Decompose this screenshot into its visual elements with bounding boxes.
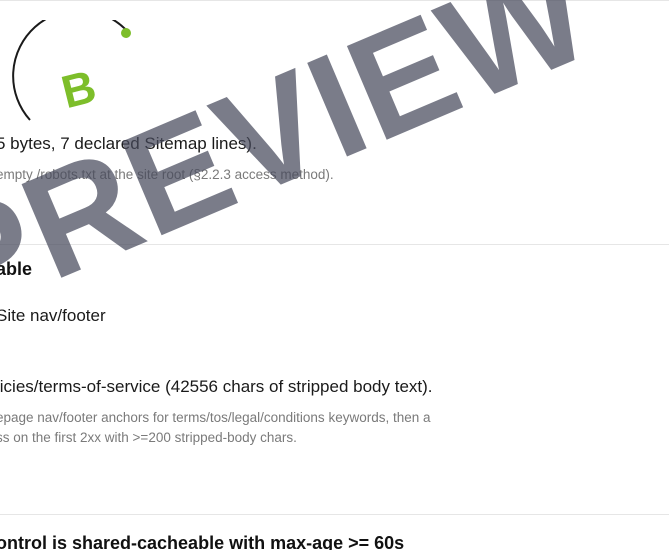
section-divider	[0, 244, 669, 245]
check-1-result: 5 bytes, 7 declared Sitemap lines).	[0, 134, 257, 153]
check-report-page: B 5 bytes, 7 declared Sitemap lines). em…	[0, 0, 669, 550]
check-2-detail-line-2: ss on the first 2xx with >=200 stripped-…	[0, 430, 297, 445]
check-2-detail-line-1: epage nav/footer anchors for terms/tos/l…	[0, 410, 431, 425]
check-1-detail: empty /robots.txt at the site root (§2.2…	[0, 167, 334, 182]
section-divider	[0, 514, 669, 515]
check-2-result: Site nav/footer	[0, 306, 106, 325]
logo-dot-icon	[121, 28, 131, 38]
check-3-heading: ontrol is shared-cacheable with max-age …	[0, 533, 405, 550]
check-2-heading: able	[0, 259, 33, 279]
section-divider	[0, 0, 669, 1]
check-2-result-detail: licies/terms-of-service (42556 chars of …	[0, 377, 433, 396]
